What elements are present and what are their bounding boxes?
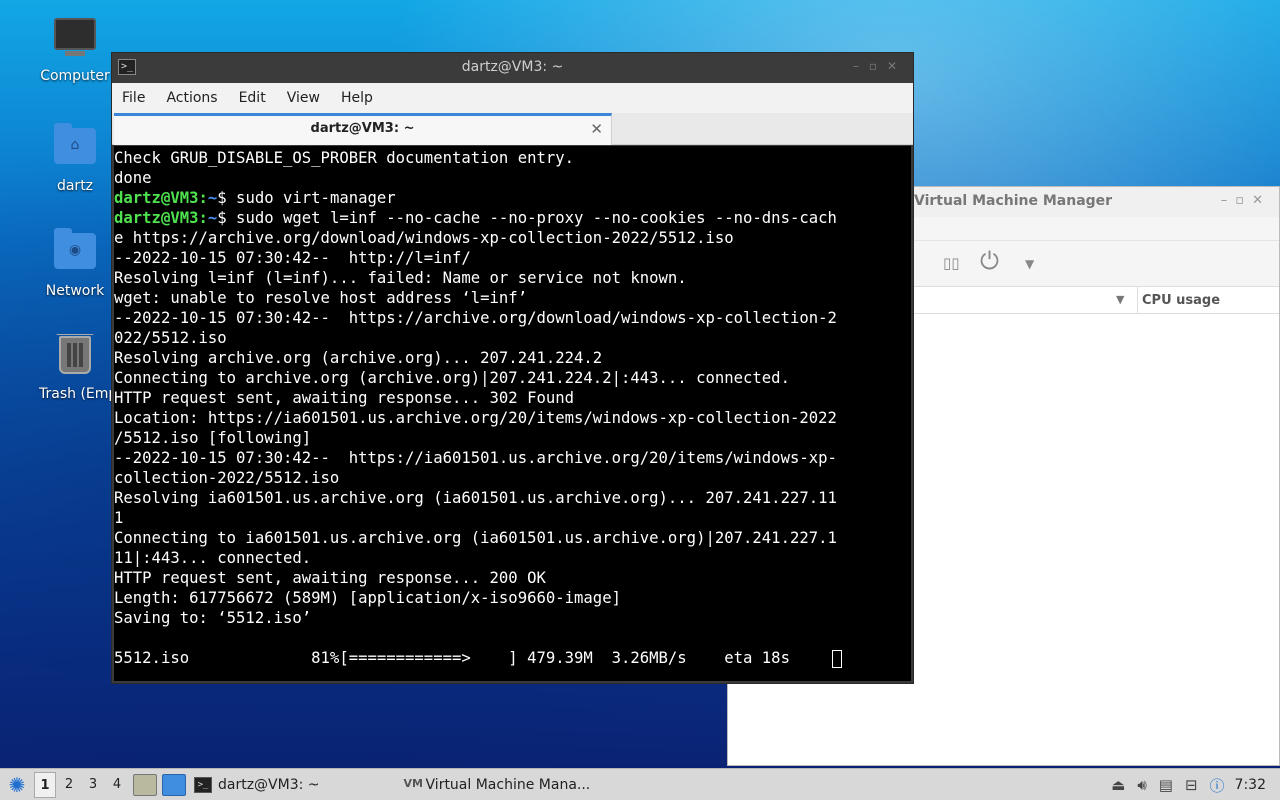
show-desktop-icon[interactable] <box>162 773 186 796</box>
terminal-line: Saving to: ‘5512.iso’ <box>114 609 312 627</box>
terminal-window[interactable]: >_ dartz@VM3: ~ –▫✕ File Actions Edit Vi… <box>111 52 914 684</box>
terminal-line: 022/5512.iso <box>114 329 227 347</box>
titlebar: >_ dartz@VM3: ~ –▫✕ <box>112 53 913 83</box>
terminal-line: Resolving l=inf (l=inf)... failed: Name … <box>114 269 687 287</box>
terminal-line: Resolving archive.org (archive.org)... 2… <box>114 349 603 367</box>
window-controls[interactable]: –▫✕ <box>853 59 907 73</box>
prompt-user: dartz@VM3: <box>114 189 208 207</box>
clock[interactable]: 7:32 <box>1235 777 1266 793</box>
start-menu-icon[interactable]: ✺ <box>2 771 32 799</box>
window-controls[interactable]: –▫✕ <box>1221 193 1271 208</box>
terminal-line: Check GRUB_DISABLE_OS_PROBER documentati… <box>114 149 575 167</box>
chevron-down-icon[interactable]: ▼ <box>1025 257 1034 271</box>
network-folder-icon: ◉ <box>53 228 97 277</box>
tab-label: dartz@VM3: ~ <box>310 121 415 136</box>
tab-terminal[interactable]: dartz@VM3: ~ ✕ <box>114 113 612 145</box>
terminal-line: Connecting to archive.org (archive.org)|… <box>114 369 790 387</box>
terminal-line: 11|:443... connected. <box>114 549 312 567</box>
terminal-app-icon: >_ <box>118 59 136 75</box>
menubar: File Actions Edit View Help <box>112 83 913 113</box>
task-label: dartz@VM3: ~ <box>218 776 320 793</box>
terminal-line: --2022-10-15 07:30:42-- https://archive.… <box>114 309 837 327</box>
terminal-line: dartz@VM3:~$ sudo virt-manager <box>114 188 911 208</box>
terminal-line: HTTP request sent, awaiting response... … <box>114 569 546 587</box>
menu-actions[interactable]: Actions <box>166 90 217 106</box>
pause-icon[interactable]: ▯▯ <box>943 254 960 272</box>
volume-icon[interactable]: 🔊︎ <box>1137 776 1146 794</box>
terminal-cursor <box>831 649 842 668</box>
system-tray: ⏏ 🔊︎ ▤ ⊟ ⓘ 7:32 <box>1099 769 1280 800</box>
menu-view[interactable]: View <box>287 90 320 106</box>
clipboard-icon[interactable]: ▤ <box>1159 776 1173 794</box>
workspace-2[interactable]: 2 <box>58 772 80 798</box>
window-title: dartz@VM3: ~ <box>461 59 564 75</box>
desktop-icon-label: Trash (Empty) <box>39 386 120 402</box>
task-virt-manager[interactable]: VM Virtual Machine Mana... <box>396 771 599 799</box>
terminal-line: 1 <box>114 509 124 527</box>
trash-icon <box>53 334 97 380</box>
power-icon[interactable]: ⏻ <box>980 247 999 275</box>
virt-manager-app-icon: VM <box>403 776 423 790</box>
column-header-cpu[interactable]: CPU usage <box>1142 293 1220 308</box>
sort-arrow-icon[interactable]: ▼ <box>1116 293 1124 306</box>
terminal-line: Location: https://ia601501.us.archive.or… <box>114 409 837 427</box>
terminal-line: dartz@VM3:~$ sudo wget l=inf --no-cache … <box>114 208 911 228</box>
prompt-path: ~ <box>207 209 218 227</box>
terminal-line: collection-2022/5512.iso <box>114 469 340 487</box>
home-folder-icon: ⌂ <box>53 123 97 172</box>
prompt-user: dartz@VM3: <box>114 209 208 227</box>
terminal-line: Connecting to ia601501.us.archive.org (i… <box>114 529 837 547</box>
workspace-1[interactable]: 1 <box>34 771 56 798</box>
taskbar: ✺ 1 2 3 4 >_ dartz@VM3: ~ VM Virtual Mac… <box>0 768 1280 800</box>
terminal-text: Check GRUB_DISABLE_OS_PROBER documentati… <box>114 148 911 668</box>
computer-icon <box>53 18 97 62</box>
workspace-3[interactable]: 3 <box>82 772 104 798</box>
task-terminal[interactable]: >_ dartz@VM3: ~ <box>186 771 328 799</box>
terminal-line: /5512.iso [following] <box>114 429 312 447</box>
terminal-app-icon: >_ <box>194 776 212 793</box>
terminal-line: e https://archive.org/download/windows-x… <box>114 229 734 247</box>
terminal-line: --2022-10-15 07:30:42-- http://l=inf/ <box>114 249 471 267</box>
terminal-line: HTTP request sent, awaiting response... … <box>114 389 575 407</box>
command-text: $ sudo virt-manager <box>217 189 396 207</box>
file-manager-icon[interactable] <box>133 773 157 796</box>
terminal-line: 5512.iso 81%[============> ] 479.39M 3.2… <box>114 648 911 668</box>
command-text: $ sudo wget l=inf --no-cache --no-proxy … <box>217 209 837 227</box>
network-icon[interactable]: ⊟ <box>1185 776 1198 794</box>
menu-edit[interactable]: Edit <box>239 90 266 106</box>
workspace-4[interactable]: 4 <box>106 772 128 798</box>
task-label: Virtual Machine Mana... <box>425 776 591 793</box>
close-tab-icon[interactable]: ✕ <box>590 120 603 138</box>
terminal-line: Resolving ia601501.us.archive.org (ia601… <box>114 489 837 507</box>
terminal-line: Length: 617756672 (589M) [application/x-… <box>114 589 621 607</box>
menu-help[interactable]: Help <box>341 90 373 106</box>
terminal-output[interactable]: Check GRUB_DISABLE_OS_PROBER documentati… <box>114 146 911 681</box>
terminal-line: done <box>114 169 152 187</box>
eject-icon[interactable]: ⏏ <box>1111 776 1125 794</box>
terminal-line: wget: unable to resolve host address ‘l=… <box>114 289 528 307</box>
tab-bar: dartz@VM3: ~ ✕ <box>112 113 913 145</box>
prompt-path: ~ <box>207 189 218 207</box>
menu-file[interactable]: File <box>122 90 145 106</box>
notification-icon[interactable]: ⓘ <box>1210 775 1225 796</box>
terminal-line: --2022-10-15 07:30:42-- https://ia601501… <box>114 449 837 467</box>
